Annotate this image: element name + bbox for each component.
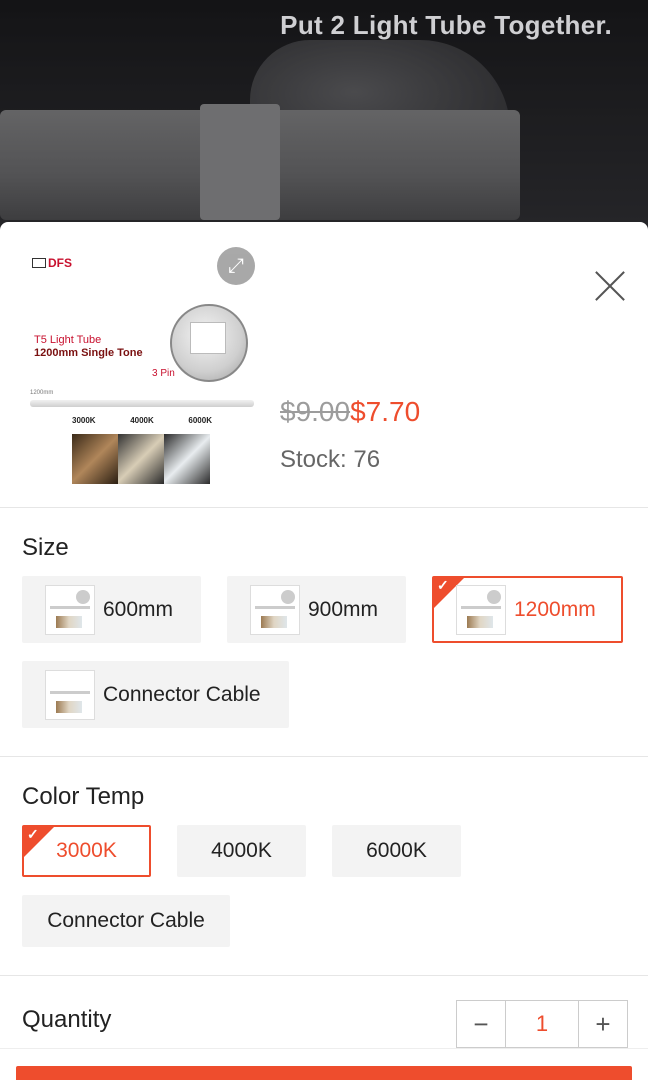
quantity-label: Quantity: [22, 1006, 112, 1033]
size-option-connector-cable[interactable]: Connector Cable: [22, 661, 289, 728]
confirm-button[interactable]: [16, 1066, 632, 1080]
size-option-600mm[interactable]: 600mm: [22, 576, 201, 643]
option-thumbnail: [45, 669, 95, 720]
kelvin-label: 3000K: [72, 416, 96, 425]
bottom-action-bar: [0, 1048, 648, 1080]
option-thumbnail: [250, 584, 300, 635]
quantity-row: Quantity − 1 +: [0, 976, 648, 1056]
color-temp-option-3000k[interactable]: 3000K: [22, 825, 151, 877]
variation-sheet: DFS T5 Light Tube 1200mm Single Tone 3 P…: [0, 222, 648, 1080]
thumb-kelvin-labels: 3000K 4000K 6000K: [72, 416, 212, 425]
option-label: Connector Cable: [47, 909, 205, 932]
color-temp-options: 3000K 4000K 6000K Connector Cable: [22, 825, 626, 975]
color-temp-option-connector-cable[interactable]: Connector Cable: [22, 895, 230, 947]
warm-light-swatch: [72, 434, 118, 484]
close-icon[interactable]: [590, 264, 630, 304]
check-icon: [24, 827, 54, 857]
kelvin-label: 6000K: [188, 416, 212, 425]
product-header: DFS T5 Light Tube 1200mm Single Tone 3 P…: [0, 222, 648, 508]
thumb-line-2: 1200mm Single Tone: [34, 347, 143, 359]
tube-closeup-image: [170, 304, 248, 382]
section-title: Color Temp: [22, 783, 145, 810]
option-label: Connector Cable: [103, 682, 261, 706]
option-thumbnail: [45, 584, 95, 635]
thumb-pin-label: 3 Pin: [152, 368, 175, 379]
quantity-stepper: − 1 +: [456, 1000, 628, 1048]
option-label: 4000K: [211, 839, 272, 862]
increase-button[interactable]: +: [579, 1001, 627, 1047]
price: $9.00$7.70: [280, 396, 420, 428]
original-price: $9.00: [280, 396, 351, 427]
quantity-input[interactable]: 1: [505, 1001, 579, 1047]
expand-icon[interactable]: ⤢: [217, 247, 255, 285]
option-label: 6000K: [366, 839, 427, 862]
option-label: 600mm: [103, 597, 174, 621]
kelvin-label: 4000K: [130, 416, 154, 425]
sale-price: $7.70: [350, 396, 421, 427]
color-temp-option-4000k[interactable]: 4000K: [177, 825, 306, 877]
section-title: Size: [22, 534, 69, 561]
background-video: Put 2 Light Tube Together.: [0, 0, 648, 230]
color-temp-section: Color Temp 3000K 4000K 6000K Connector C…: [0, 757, 648, 976]
cool-light-swatch: [118, 434, 164, 484]
option-label: 900mm: [308, 597, 379, 621]
size-option-900mm[interactable]: 900mm: [227, 576, 406, 643]
option-thumbnail: [456, 584, 506, 635]
tube-rod-image: [30, 400, 254, 407]
color-temp-option-6000k[interactable]: 6000K: [332, 825, 461, 877]
size-option-1200mm[interactable]: 1200mm: [432, 576, 623, 643]
thumb-line-1: T5 Light Tube: [34, 334, 102, 346]
video-caption: Put 2 Light Tube Together.: [280, 10, 612, 40]
size-section: Size 600mm 900mm 1200mm Connector Cable: [0, 508, 648, 757]
option-label: 1200mm: [514, 597, 596, 621]
size-options: 600mm 900mm 1200mm Connector Cable: [22, 576, 626, 756]
daylight-swatch: [164, 434, 210, 484]
decrease-button[interactable]: −: [457, 1001, 505, 1047]
option-label: 3000K: [56, 839, 117, 862]
brand-logo: DFS: [32, 256, 72, 270]
stock-count: Stock: 76: [280, 446, 381, 473]
thumb-length-label: 1200mm: [30, 390, 54, 396]
